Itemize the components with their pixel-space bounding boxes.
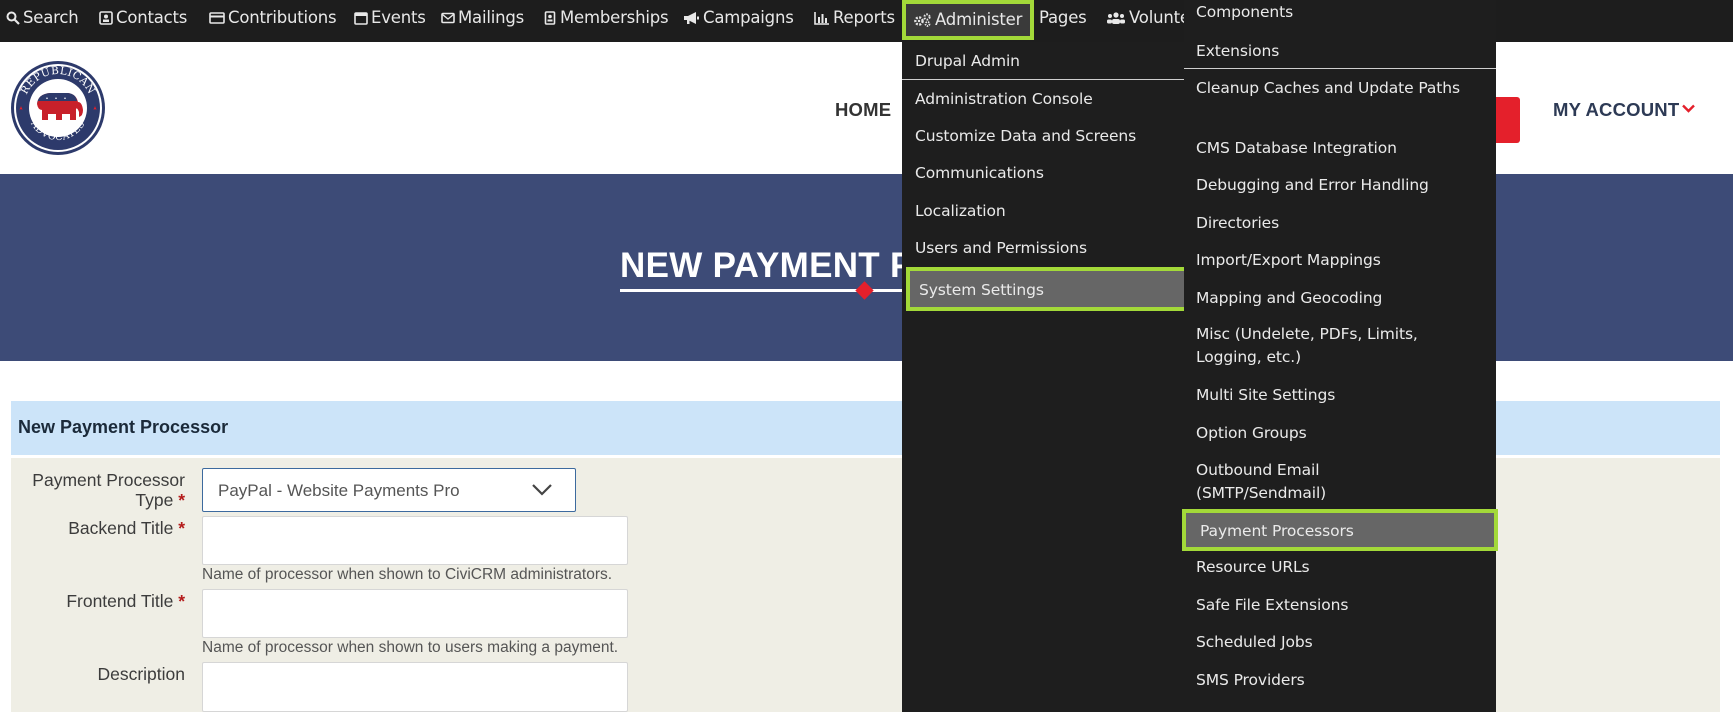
envelope-icon [441, 11, 455, 25]
frontend-title-label-text: Frontend Title [66, 591, 174, 611]
menu-contacts-label: Contacts [116, 8, 188, 27]
menu-item-system-settings[interactable]: System Settings [906, 267, 1192, 311]
processor-type-label-line2: Type [135, 490, 174, 510]
required-marker: * [178, 518, 185, 538]
id-badge-icon [543, 11, 557, 25]
menu-reports-label: Reports [833, 8, 895, 27]
menu-separator [1184, 68, 1496, 69]
menu-memberships[interactable]: Memberships [543, 0, 669, 38]
menu-volunteers-label: Volunte [1129, 8, 1186, 27]
frontend-title-help: Name of processor when shown to users ma… [202, 639, 619, 656]
menu-mailings-label: Mailings [458, 8, 525, 27]
description-input[interactable] [202, 662, 628, 712]
processor-type-select-value: PayPal - Website Payments Pro [218, 481, 460, 500]
form-section-title: New Payment Processor [18, 417, 229, 437]
administer-dropdown-menu: Drupal Admin Administration Console Cust… [902, 42, 1192, 712]
search-icon [6, 11, 20, 25]
menu-campaigns-label: Campaigns [703, 8, 794, 27]
calendar-icon [354, 11, 368, 25]
nav-my-account-label: MY ACCOUNT [1553, 99, 1680, 120]
frontend-title-label: Frontend Title * [66, 591, 185, 611]
menu-search[interactable]: Search [6, 0, 79, 38]
gears-icon [913, 13, 932, 27]
system-settings-submenu: Components Extensions Cleanup Caches and… [1182, 0, 1498, 712]
menu-separator [902, 79, 1184, 80]
menu-administer[interactable]: Administer [902, 0, 1035, 40]
backend-title-label-text: Backend Title [68, 518, 174, 538]
required-marker: * [178, 591, 185, 611]
menu-search-label: Search [23, 8, 79, 27]
chevron-down-icon [532, 484, 552, 496]
menu-contacts[interactable]: Contacts [99, 0, 187, 38]
contact-card-icon [99, 11, 113, 25]
processor-type-label-line1: Payment Processor [32, 470, 185, 490]
credit-card-icon [209, 11, 225, 25]
chevron-down-icon [1682, 104, 1696, 113]
description-label: Description [97, 664, 185, 684]
menu-item-system-settings-label: System Settings [919, 281, 1044, 299]
menu-pages-label: Pages [1039, 8, 1087, 27]
nav-home-link[interactable]: HOME [835, 99, 891, 121]
page-title: NEW PAYMENT P [620, 246, 914, 285]
backend-title-help: Name of processor when shown to CiviCRM … [202, 566, 613, 583]
menu-events-label: Events [371, 8, 426, 27]
menu-administer-label: Administer [935, 10, 1023, 29]
submenu-item-payment-processors[interactable]: Payment Processors [1182, 509, 1498, 551]
required-marker: * [178, 490, 185, 510]
site-logo[interactable]: REPUBLICAN ADVOCATES [10, 60, 106, 156]
menu-pages[interactable]: Pages [1039, 0, 1087, 38]
menu-contributions-label: Contributions [228, 8, 337, 27]
submenu-item-payment-processors-label: Payment Processors [1200, 522, 1354, 540]
users-icon [1106, 11, 1126, 25]
processor-type-select[interactable]: PayPal - Website Payments Pro [202, 468, 576, 512]
backend-title-label: Backend Title * [68, 518, 185, 538]
menu-campaigns[interactable]: Campaigns [683, 0, 794, 38]
processor-type-label: Payment Processor Type * [32, 470, 185, 510]
nav-my-account[interactable]: MY ACCOUNT [1553, 99, 1696, 121]
menu-events[interactable]: Events [354, 0, 426, 38]
bar-chart-icon [814, 11, 830, 25]
menu-volunteers[interactable]: Volunte [1106, 0, 1186, 38]
bullhorn-icon [683, 11, 700, 25]
menu-reports[interactable]: Reports [814, 0, 895, 38]
frontend-title-input[interactable] [202, 589, 628, 638]
menu-contributions[interactable]: Contributions [209, 0, 337, 38]
menu-memberships-label: Memberships [560, 8, 669, 27]
menu-mailings[interactable]: Mailings [441, 0, 524, 38]
backend-title-input[interactable] [202, 516, 628, 565]
